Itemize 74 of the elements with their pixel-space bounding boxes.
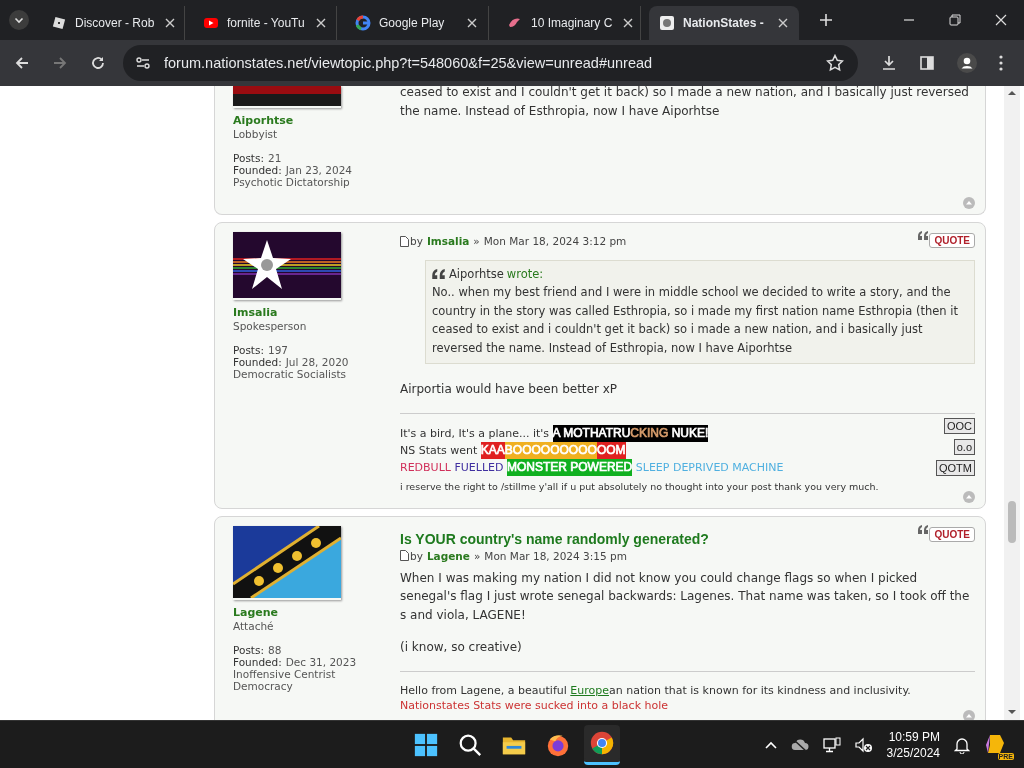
post-date: Mon Mar 18, 2024 3:12 pm: [483, 235, 627, 247]
stat-value: 197: [268, 344, 289, 356]
url-text: forum.nationstates.net/viewtopic.php?t=548060&f=25&view=unread#unread: [164, 55, 653, 71]
username-link[interactable]: Aiporhtse: [233, 114, 383, 127]
dice-icon: [51, 15, 67, 31]
author-link[interactable]: Lagene: [426, 549, 470, 562]
stat-label: Founded:: [233, 356, 282, 368]
post-text: (i know, so creative): [400, 639, 523, 656]
stat-label: Posts:: [233, 152, 264, 164]
nation-category: Psychotic Dictatorship: [233, 176, 351, 188]
europe-link[interactable]: Europe: [570, 683, 609, 697]
user-rank: Spokesperson: [233, 320, 308, 332]
nation-category: Inoffensive Centrist Democracy: [233, 667, 337, 692]
stat-label: Founded:: [233, 655, 282, 668]
byline-text: by: [410, 235, 423, 247]
signature-badge: o.o: [953, 438, 975, 455]
stat-value: Jan 23, 2024: [285, 164, 352, 176]
clock-time: 10:59 PM: [887, 728, 940, 745]
quote-mark-icon: [918, 524, 929, 534]
quote-mark-icon: [432, 269, 445, 279]
cloud-off-icon[interactable]: [790, 738, 809, 751]
network-icon[interactable]: [822, 736, 841, 753]
tab-title: Google Play: [379, 16, 446, 30]
stat-label: Founded:: [233, 164, 282, 176]
signature-badge: QOTM: [936, 459, 975, 476]
post-icon: [400, 550, 409, 561]
stat-value: Dec 31, 2023: [285, 655, 357, 668]
byline-separator: »: [473, 549, 481, 562]
bell-icon[interactable]: [954, 735, 970, 754]
browser-tab[interactable]: NationStates -: [649, 6, 799, 40]
quote-text: No.. when my best friend and I were in middle school we decided to write a story, and the country in the story was called Esthropia, so i made my first nation name Esthropia (then it ceased to exist and i couldn't get it back) so i made a new nation, and i basically just reversed the name. Instead of Esthropia, now I have Aiporhtse: [432, 284, 959, 357]
post-text: ceased to exist and I couldn't get it back) so I made a new nation, and I basically just reversed the name. Instead of Esthropia, now I have Aiporhtse: [400, 86, 970, 120]
signature-line: Hello from Lagene, a beautiful European nation that is known for its kindness and inclusivity.: [400, 682, 912, 698]
tab-title: Discover - Rob: [75, 16, 155, 30]
tab-title: NationStates -: [683, 16, 765, 30]
byline-text: by: [410, 549, 423, 562]
chevron-up-icon[interactable]: [764, 740, 777, 749]
signature-line: Nationstates Stats were sucked into a black hole: [400, 697, 670, 713]
username-link[interactable]: Imsalia: [233, 306, 383, 319]
quote-author: Aiporhtse: [449, 267, 504, 281]
signature-badge: OOC: [943, 417, 975, 434]
play-icon: [203, 15, 219, 31]
byline-separator: »: [473, 235, 480, 247]
chrome-icon[interactable]: [584, 724, 620, 765]
clock[interactable]: 10:59 PM 3/25/2024: [886, 728, 940, 761]
bookmark-star-icon[interactable]: [826, 54, 844, 72]
site-info-icon[interactable]: [135, 55, 151, 71]
clock-date: 3/25/2024: [886, 744, 940, 761]
stat-value: Jul 28, 2020: [285, 356, 349, 368]
post-text: Airportia would have been better xP: [400, 381, 619, 398]
post-icon: [400, 235, 409, 247]
scrollbar[interactable]: [1004, 86, 1020, 720]
user-rank: Lobbyist: [233, 128, 279, 140]
tab-search-icon[interactable]: [9, 10, 29, 30]
post-text: When I was making my nation I did not know you could change flags so when I picked senegal's flag I just wrote senegal backwards: Lagenes. That name was taken, so I took off the s and viola, LAGENE!: [400, 569, 971, 624]
stat-value: 21: [268, 152, 282, 164]
address-bar[interactable]: forum.nationstates.net/viewtopic.php?t=548060&f=25&view=unread#unread: [123, 45, 858, 81]
stat-value: 88: [268, 643, 282, 656]
tab-title: 10 Imaginary C: [531, 16, 613, 30]
stat-label: Posts:: [233, 344, 264, 356]
tab-title: fornite - YouTu: [227, 16, 305, 30]
author-link[interactable]: Imsalia: [426, 235, 470, 247]
nation-category: Democratic Socialists: [233, 368, 347, 380]
signature-line: REDBULL FUELLED MONSTER POWERED SLEEP DEPRIVED MACHINE: [400, 458, 785, 476]
quote-wrote: wrote:: [506, 267, 544, 281]
user-rank: Attaché: [233, 619, 275, 632]
signature-text: i reserve the right to /stillme y'all if u put absolutely no thought into your post thank you very much.: [400, 479, 880, 494]
stat-label: Posts:: [233, 643, 264, 656]
google-icon: [355, 15, 371, 31]
post-date: Mon Mar 18, 2024 3:15 pm: [484, 549, 627, 562]
username-link[interactable]: Lagene: [233, 605, 383, 619]
quote-mark-icon: [918, 231, 929, 240]
post-title[interactable]: Is YOUR country's name randomly generated?: [400, 530, 709, 547]
speaker-muted-icon[interactable]: [854, 736, 873, 753]
